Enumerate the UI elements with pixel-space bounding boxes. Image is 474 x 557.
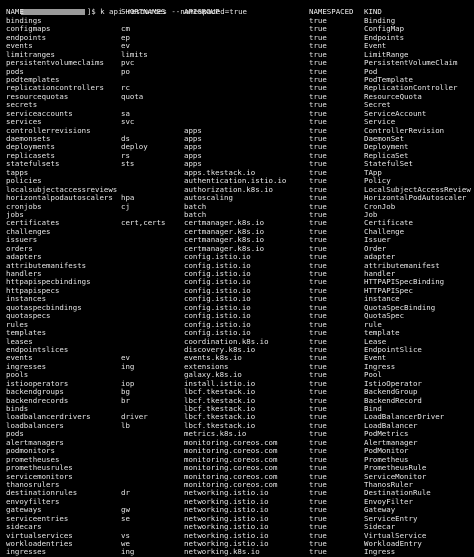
table-row: cronjobs cj batch true CronJob [3,201,474,211]
table-row: events ev events.k8s.io true Event [3,353,474,362]
cell-shortnames: quota [121,91,144,101]
header-shortnames: SHORTNAMES [121,7,166,17]
table-row: endpoints ep true Endpoints [3,33,474,42]
cell-shortnames: se [121,513,130,523]
cell-shortnames: ing [121,361,135,371]
resource-list: bindings true Binding configmaps cm true Confi… [3,16,474,557]
table-row: workloadentries we networking.istio.io true… [3,539,474,548]
cell-shortnames: ing [121,547,135,557]
table-row: resourcequotas quota true ResourceQuota [3,91,474,101]
command-prompt: ]$ k api-resources --namespaced=true [3,0,474,16]
cell-shortnames: we [121,539,130,548]
table-row: ingresses ing networking.k8s.io true Ingress [3,547,474,557]
cell-shortnames: po [121,66,130,76]
cell-namespaced: true [309,547,327,557]
cell-shortnames: cj [121,201,130,211]
cell-kind: Ingress [364,547,396,557]
cell-kind: PersistentVolumeClaim [364,58,458,68]
cell-apigroup: networking.k8s.io [184,547,260,557]
cell-shortnames: lb [121,420,130,430]
cell-name: workloadentries [6,539,73,548]
header-apigroup: APIGROUP [184,7,220,17]
cell-shortnames: br [121,395,130,405]
table-row: persistentvolumeclaims pvc true PersistentV… [3,58,474,68]
cell-shortnames: svc [121,117,135,127]
table-row: serviceaccounts sa true ServiceAccount [3,109,474,118]
cell-kind: WorkloadEntry [364,539,422,548]
cell-apigroup: networking.istio.io [184,539,269,548]
table-row: horizontalpodautoscalers hpa autoscaling tr… [3,193,474,202]
cell-shortnames: dr [121,488,130,498]
table-header: NAME SHORTNAMES APIGROUP NAMESPACED KIND [3,7,474,17]
cell-namespaced: true [309,539,327,548]
cell-shortnames: sts [121,159,135,169]
terminal-window[interactable]: ]$ k api-resources --namespaced=true NAM… [0,0,474,556]
cell-shortnames: cert,certs [121,218,166,228]
cell-name: ingresses [6,547,47,557]
